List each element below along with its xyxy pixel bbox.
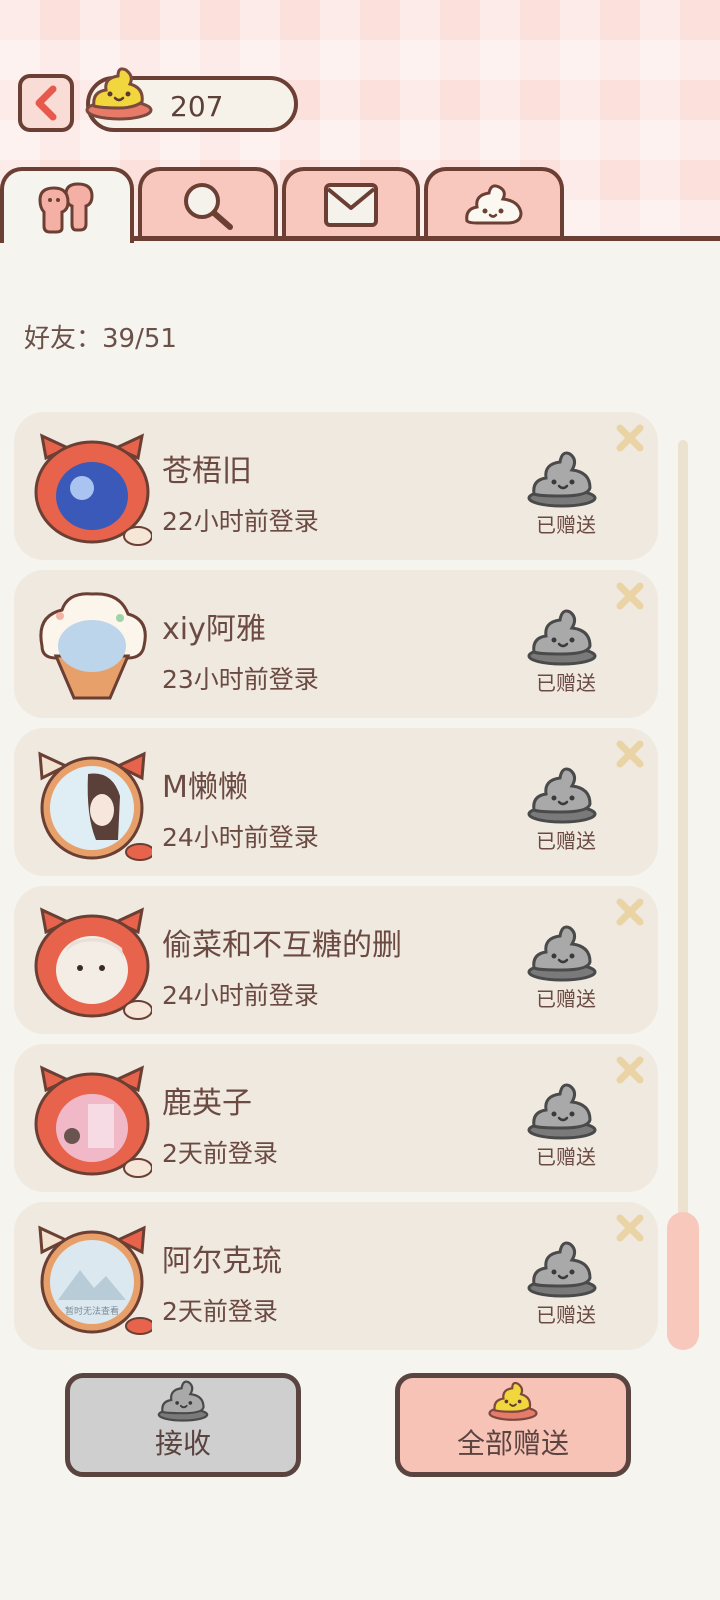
gray-poop-icon[interactable] (526, 606, 598, 666)
friend-avatar (34, 433, 152, 546)
gift-status: 已赠送 (536, 671, 596, 695)
gift-all-button[interactable]: 全部赠送 (395, 1373, 631, 1477)
friend-name: M懒懒 (162, 770, 248, 805)
chevron-left-icon (35, 85, 57, 121)
tab-underline (130, 236, 720, 241)
gray-poop-icon (157, 1380, 209, 1422)
friend-name: 鹿英子 (162, 1086, 252, 1121)
tab-friends[interactable] (0, 167, 134, 243)
yellow-poop-icon (488, 1381, 538, 1421)
remove-friend-icon[interactable] (614, 422, 646, 454)
gift-status: 已赠送 (536, 1303, 596, 1327)
friend-row[interactable]: 鹿英子 2天前登录 已赠送 (14, 1044, 658, 1192)
friend-last-login: 23小时前登录 (162, 665, 319, 694)
friend-name: 苍梧旧 (162, 454, 252, 489)
tab-search[interactable] (138, 167, 278, 239)
friend-row[interactable]: M懒懒 24小时前登录 已赠送 (14, 728, 658, 876)
gift-status: 已赠送 (536, 1145, 596, 1169)
friend-row[interactable]: 苍梧旧 22小时前登录 已赠送 (14, 412, 658, 560)
search-icon (184, 183, 233, 230)
white-poop-icon (465, 184, 523, 225)
remove-friend-icon[interactable] (614, 1054, 646, 1086)
friend-avatar (38, 751, 152, 861)
friend-last-login: 2天前登录 (162, 1139, 278, 1168)
friend-last-login: 2天前登录 (162, 1297, 278, 1326)
friend-row[interactable]: 偷菜和不互糖的删 24小时前登录 已赠送 (14, 886, 658, 1034)
friend-last-login: 24小时前登录 (162, 981, 319, 1010)
remove-friend-icon[interactable] (614, 738, 646, 770)
friend-count: 好友：39/51 (24, 324, 177, 354)
tab-poop[interactable] (424, 167, 564, 239)
back-button[interactable] (18, 74, 74, 132)
friends-icon (38, 182, 94, 234)
tab-mail[interactable] (282, 167, 420, 239)
scrollbar-track[interactable] (678, 440, 688, 1330)
receive-label: 接收 (154, 1427, 211, 1460)
friend-last-login: 22小时前登录 (162, 507, 319, 536)
friend-row[interactable]: xiy阿雅 23小时前登录 已赠送 (14, 570, 658, 718)
remove-friend-icon[interactable] (614, 896, 646, 928)
gray-poop-icon[interactable] (526, 922, 598, 982)
friend-last-login: 24小时前登录 (162, 823, 319, 852)
avatar-caption: 暂时无法查看 (65, 1305, 119, 1317)
gift-status: 已赠送 (536, 829, 596, 853)
remove-friend-icon[interactable] (614, 1212, 646, 1244)
gift-all-label: 全部赠送 (456, 1427, 569, 1460)
gift-status: 已赠送 (536, 987, 596, 1011)
friend-row[interactable]: 暂时无法查看 阿尔克琉 2天前登录 已赠送 (14, 1202, 658, 1350)
currency-display: 207 (85, 67, 298, 132)
currency-value: 207 (170, 90, 224, 123)
gray-poop-icon[interactable] (526, 1080, 598, 1140)
receive-button[interactable]: 接收 (65, 1373, 301, 1477)
gray-poop-icon[interactable] (526, 1238, 598, 1298)
scrollbar-thumb[interactable] (667, 1212, 699, 1350)
remove-friend-icon[interactable] (614, 580, 646, 612)
yellow-poop-icon (85, 67, 153, 121)
gray-poop-icon[interactable] (526, 764, 598, 824)
friend-name: xiy阿雅 (162, 612, 266, 647)
friend-name: 偷菜和不互糖的删 (162, 928, 402, 963)
mail-icon (324, 183, 378, 227)
gift-status: 已赠送 (536, 513, 596, 537)
friend-avatar (34, 1065, 152, 1178)
friend-avatar: 暂时无法查看 (38, 1225, 152, 1335)
friend-avatar (39, 592, 147, 700)
friend-avatar (34, 907, 152, 1020)
friend-name: 阿尔克琉 (162, 1244, 282, 1279)
gray-poop-icon[interactable] (526, 448, 598, 508)
